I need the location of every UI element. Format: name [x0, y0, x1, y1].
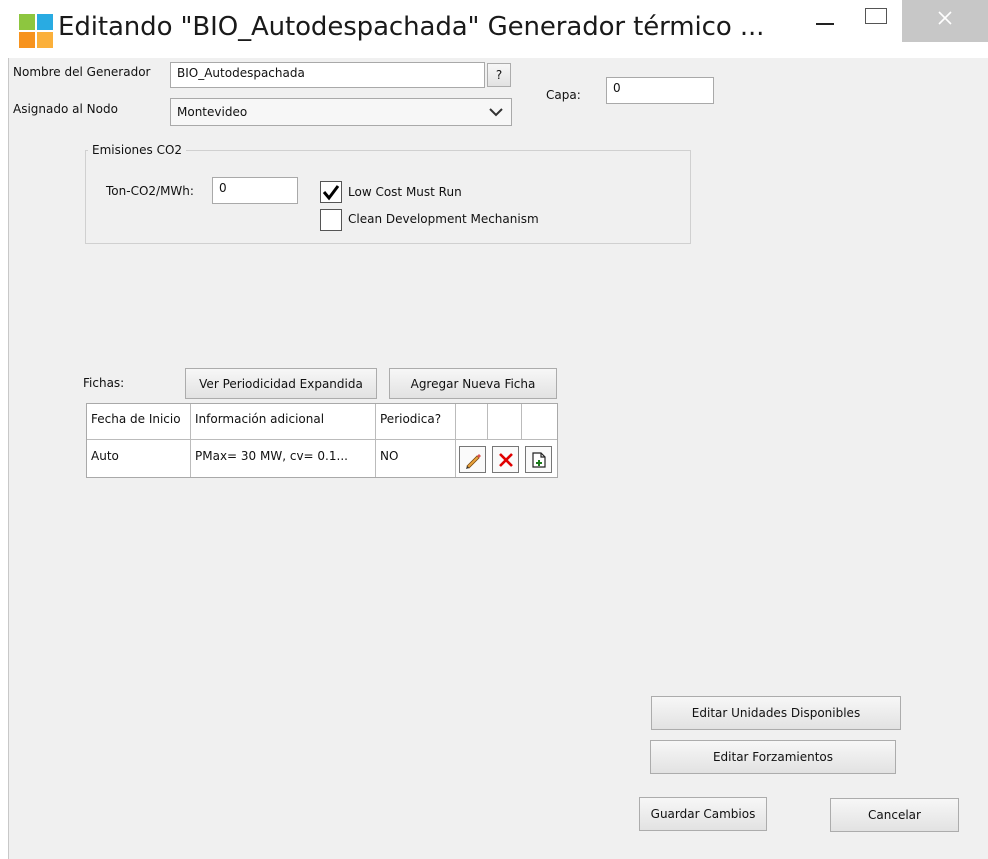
- fichas-table: Fecha de Inicio Información adicional Pe…: [86, 403, 558, 478]
- guardar-cambios-button[interactable]: Guardar Cambios: [639, 797, 767, 831]
- table-cell-info[interactable]: PMax= 30 MW, cv= 0.1...: [191, 440, 376, 477]
- column-header[interactable]: Periodica?: [376, 404, 456, 440]
- close-button[interactable]: [902, 0, 988, 42]
- nodo-label: Asignado al Nodo: [13, 102, 118, 116]
- clone-document-icon: [531, 451, 546, 468]
- editar-unidades-button[interactable]: Editar Unidades Disponibles: [651, 696, 901, 730]
- ton-co2-label: Ton-CO2/MWh:: [106, 184, 194, 198]
- cdm-checkbox[interactable]: [320, 209, 342, 231]
- minimize-icon: [816, 23, 834, 25]
- low-cost-checkbox[interactable]: [320, 181, 342, 203]
- column-header: [522, 404, 557, 440]
- cancelar-button[interactable]: Cancelar: [830, 798, 959, 832]
- cdm-label: Clean Development Mechanism: [348, 212, 539, 226]
- title-bar: Editando "BIO_Autodespachada" Generador …: [0, 0, 988, 58]
- ton-co2-input[interactable]: 0: [212, 177, 298, 204]
- ver-periodicidad-button[interactable]: Ver Periodicidad Expandida: [185, 368, 377, 399]
- capa-label: Capa:: [546, 88, 581, 102]
- checkmark-icon: [322, 185, 340, 201]
- chevron-down-icon: [489, 108, 503, 117]
- help-button[interactable]: ?: [487, 63, 511, 87]
- nombre-input[interactable]: BIO_Autodespachada: [170, 62, 485, 88]
- window-title: Editando "BIO_Autodespachada" Generador …: [58, 12, 765, 42]
- nodo-select[interactable]: Montevideo: [170, 98, 512, 126]
- editar-forzamientos-button[interactable]: Editar Forzamientos: [650, 740, 896, 774]
- fichas-label: Fichas:: [83, 376, 125, 390]
- low-cost-label: Low Cost Must Run: [348, 185, 462, 199]
- minimize-button[interactable]: [800, 0, 850, 42]
- column-header[interactable]: Fecha de Inicio: [87, 404, 191, 440]
- delete-x-icon: [498, 452, 513, 467]
- nodo-select-value: Montevideo: [177, 105, 248, 119]
- delete-ficha-button[interactable]: [492, 446, 519, 473]
- maximize-button[interactable]: [850, 0, 902, 42]
- edit-ficha-button[interactable]: [459, 446, 486, 473]
- close-icon: [938, 11, 952, 25]
- emisiones-title: Emisiones CO2: [88, 143, 187, 157]
- nombre-label: Nombre del Generador: [13, 65, 151, 79]
- column-header: [488, 404, 522, 440]
- dialog-body: Nombre del Generador BIO_Autodespachada …: [8, 58, 988, 859]
- table-cell-periodica[interactable]: NO: [376, 440, 456, 477]
- maximize-icon: [865, 8, 887, 24]
- agregar-ficha-button[interactable]: Agregar Nueva Ficha: [389, 368, 557, 399]
- app-grid-icon: [19, 14, 53, 48]
- clone-ficha-button[interactable]: [525, 446, 552, 473]
- column-header: [456, 404, 488, 440]
- column-header[interactable]: Información adicional: [191, 404, 376, 440]
- capa-input[interactable]: 0: [606, 77, 714, 104]
- table-cell-fecha[interactable]: Auto: [87, 440, 191, 477]
- edit-pencil-icon: [465, 453, 481, 469]
